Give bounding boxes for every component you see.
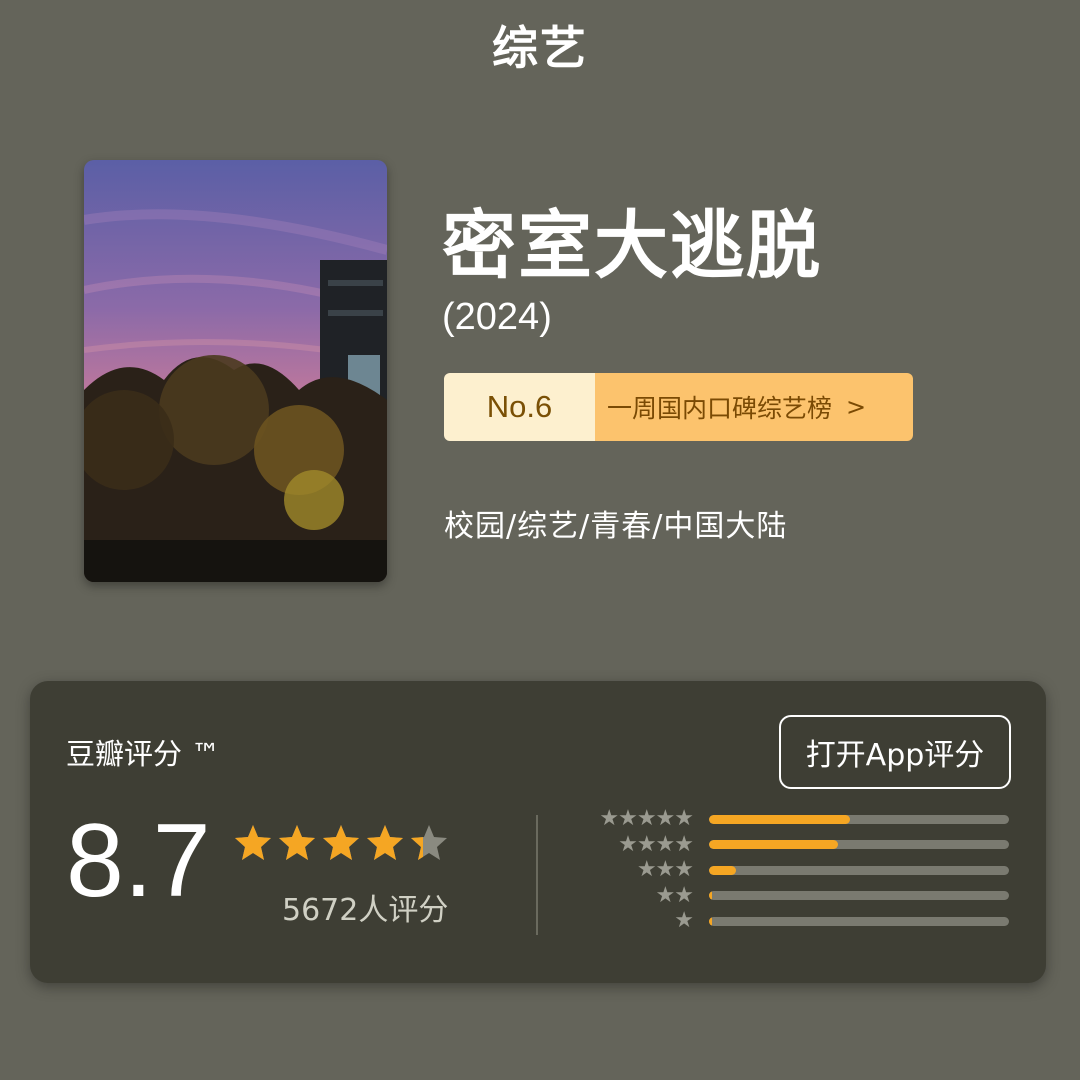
rating-bar-track	[709, 840, 1009, 849]
star-icon	[323, 825, 359, 860]
star-icon: ★	[674, 908, 694, 933]
show-title: 密室大逃脱	[442, 203, 822, 289]
half-star-icon	[411, 825, 447, 860]
open-app-rate-button[interactable]: 打开App评分	[779, 715, 1011, 789]
star-icon: ★★★★	[618, 831, 694, 857]
rating-count: 5672人评分	[282, 893, 449, 928]
rank-number: No.6	[444, 373, 595, 441]
star-icon	[279, 825, 315, 860]
rating-bar-fill	[709, 916, 712, 926]
sunset-campus-image	[84, 160, 387, 582]
rank-list-link[interactable]: 一周国内口碑综艺榜 >	[595, 373, 913, 441]
rating-bar-fill	[709, 840, 838, 849]
rating-bar-fill	[709, 865, 736, 875]
star-icon: ★★★	[636, 857, 694, 882]
rating-card: 豆瓣评分 ™ 打开App评分 8.7 5672人评分 ★★★★★ ★★★★ ★★★ ★…	[30, 681, 1046, 983]
rating-row-5-star: ★★★★★	[585, 806, 1010, 831]
rating-row-1-star: ★	[585, 908, 1010, 933]
category-title: 综艺	[492, 21, 588, 75]
show-year: (2024)	[442, 296, 552, 338]
rating-bar-track	[709, 891, 1009, 900]
rating-row-2-star: ★★	[585, 882, 1010, 908]
rank-list-name: 一周国内口碑综艺榜	[607, 394, 833, 423]
rating-row-3-star: ★★★	[585, 857, 1010, 882]
douban-rating-label: 豆瓣评分 ™	[66, 737, 221, 771]
rank-badge[interactable]: No.6 一周国内口碑综艺榜 >	[444, 373, 913, 441]
chevron-right-icon: >	[846, 393, 867, 421]
rating-score: 8.7	[66, 803, 211, 919]
divider	[536, 815, 538, 935]
rating-bar-fill	[709, 891, 712, 900]
rating-bar-track	[709, 814, 1009, 824]
score-stars	[232, 823, 452, 863]
rating-row-4-star: ★★★★	[585, 831, 1010, 857]
genre-tags: 校园/综艺/青春/中国大陆	[444, 509, 788, 544]
star-icon	[367, 825, 403, 860]
star-icon: ★★	[655, 882, 694, 908]
rating-bar-track	[709, 916, 1009, 926]
rating-bar-fill	[709, 814, 850, 824]
poster-image[interactable]	[84, 160, 387, 582]
star-icon: ★★★★★	[599, 806, 694, 831]
rating-bar-track	[709, 865, 1009, 875]
star-icon	[235, 825, 271, 860]
